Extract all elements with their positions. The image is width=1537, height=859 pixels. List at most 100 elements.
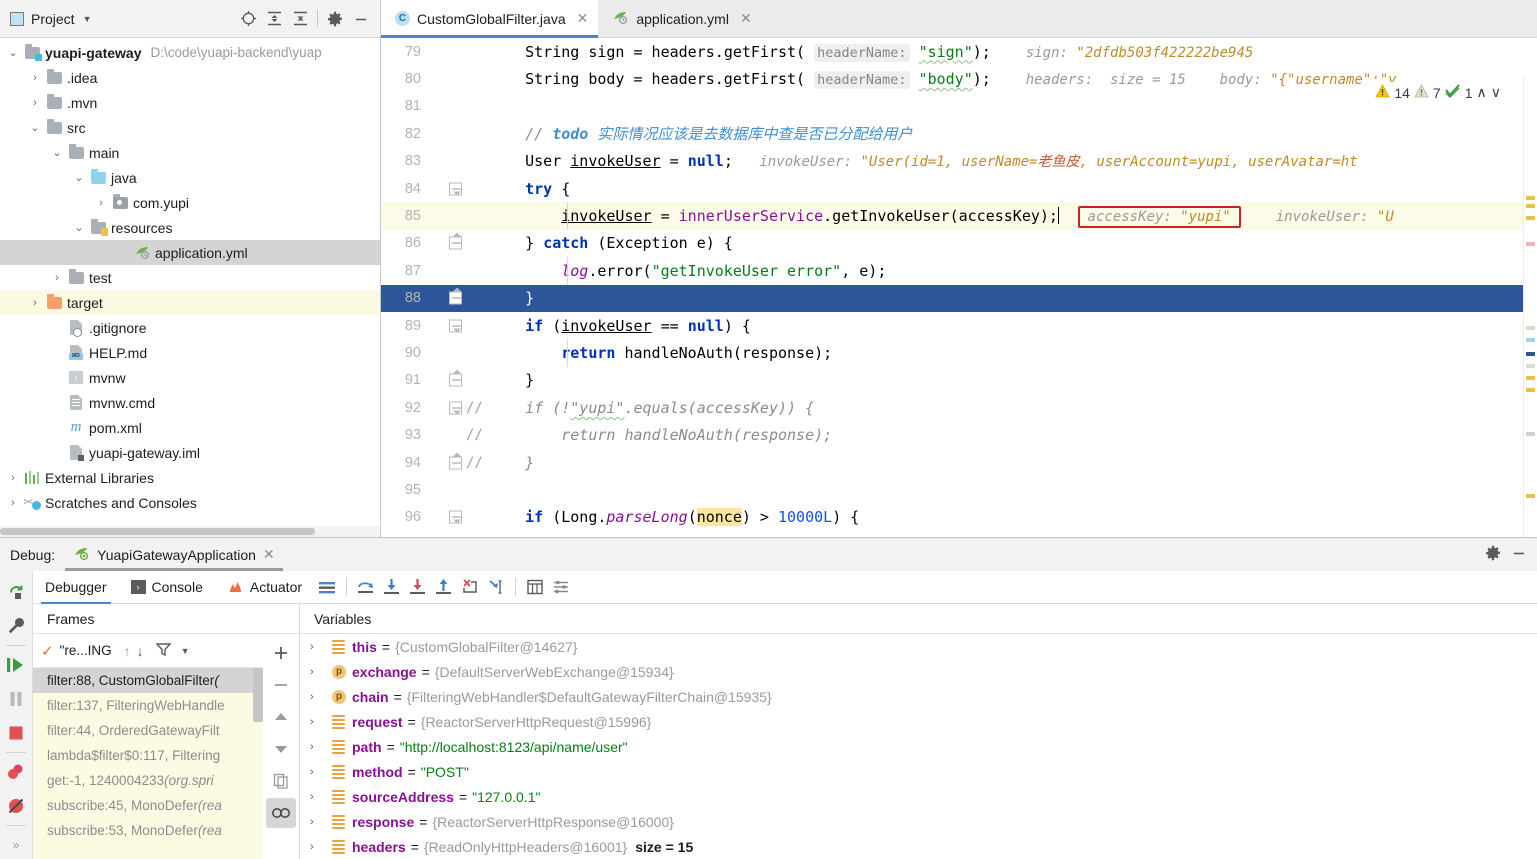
tree-row[interactable]: ⌄ java xyxy=(0,165,380,190)
add-icon[interactable] xyxy=(266,638,296,668)
expand-arrow-icon[interactable]: › xyxy=(310,816,332,828)
pause-icon[interactable] xyxy=(0,682,32,716)
close-icon[interactable]: ✕ xyxy=(740,10,752,27)
filter-icon[interactable] xyxy=(155,642,172,659)
tab-CustomGlobalFilter-java[interactable]: C CustomGlobalFilter.java ✕ xyxy=(381,0,599,38)
more-options-icon[interactable]: » xyxy=(0,828,32,859)
code-line-88-execution-point[interactable]: 88 } xyxy=(381,284,1537,312)
tree-row-application-yml[interactable]: application.yml xyxy=(0,240,380,265)
fold-marker-up-icon[interactable] xyxy=(449,452,462,470)
stripe-mark[interactable] xyxy=(1526,376,1535,380)
frame-row[interactable]: lambda$filter$0:117, Filtering xyxy=(33,743,299,768)
code-line[interactable]: 79 String sign = headers.getFirst( heade… xyxy=(381,38,1537,65)
step-over-icon[interactable] xyxy=(353,574,379,600)
drop-frame-icon[interactable] xyxy=(457,574,483,600)
expand-arrow-icon[interactable]: › xyxy=(310,766,332,778)
variable-row[interactable]: › p chain = {FilteringWebHandler$Default… xyxy=(300,684,1537,709)
variable-row[interactable]: › response = {ReactorServerHttpResponse@… xyxy=(300,809,1537,834)
gear-icon[interactable] xyxy=(322,6,348,32)
settings-list-icon[interactable] xyxy=(548,574,574,600)
next-problem-icon[interactable]: ∨ xyxy=(1491,84,1501,101)
expand-arrow-icon[interactable]: › xyxy=(310,741,332,753)
up-icon[interactable]: ↑ xyxy=(124,643,131,659)
code-line-85[interactable]: 85 invokeUser = innerUserService.getInvo… xyxy=(381,202,1537,230)
variable-row[interactable]: › this = {CustomGlobalFilter@14627} xyxy=(300,634,1537,659)
remove-icon[interactable] xyxy=(266,670,296,700)
fold-marker-down-icon[interactable] xyxy=(449,319,462,333)
layout-settings-icon[interactable] xyxy=(314,574,340,600)
expand-all-icon[interactable] xyxy=(261,6,287,32)
code-line[interactable]: 87 log.error("getInvokeUser error", e); xyxy=(381,257,1537,285)
frame-row[interactable]: subscribe:53, MonoDefer (rea xyxy=(33,818,299,843)
twisty-down-icon[interactable]: ⌄ xyxy=(4,46,22,59)
down-icon[interactable]: ↓ xyxy=(137,643,144,659)
twisty-right-icon[interactable]: › xyxy=(48,272,66,284)
twisty-right-icon[interactable]: › xyxy=(4,472,22,484)
tree-row[interactable]: .gitignore xyxy=(0,315,380,340)
code-line[interactable]: 89 if (invokeUser == null) { xyxy=(381,312,1537,339)
expand-arrow-icon[interactable]: › xyxy=(310,666,332,678)
twisty-down-icon[interactable]: ⌄ xyxy=(70,171,88,184)
variable-row[interactable]: › p exchange = {DefaultServerWebExchange… xyxy=(300,659,1537,684)
previous-problem-icon[interactable]: ∧ xyxy=(1477,84,1487,101)
tree-row[interactable]: ⌄ resources xyxy=(0,215,380,240)
fold-marker-up-icon[interactable] xyxy=(449,369,462,387)
move-down-icon[interactable] xyxy=(266,734,296,764)
code-line[interactable]: 95 xyxy=(381,476,1537,503)
tree-row[interactable]: mvnw.cmd xyxy=(0,390,380,415)
stripe-mark[interactable] xyxy=(1526,204,1535,208)
code-line[interactable]: 83 User invokeUser = null; invokeUser: "… xyxy=(381,148,1537,175)
collapse-all-icon[interactable] xyxy=(287,6,313,32)
frames-scrollbar[interactable] xyxy=(253,668,263,722)
expand-arrow-icon[interactable]: › xyxy=(310,691,332,703)
chevron-down-icon[interactable]: ▼ xyxy=(83,14,92,24)
view-breakpoints-icon[interactable] xyxy=(0,755,32,789)
tree-row[interactable]: › test xyxy=(0,265,380,290)
code-line[interactable]: 82 // todo 实际情况应该是去数据库中查是否已分配给用户 xyxy=(381,120,1537,147)
frame-row[interactable]: get:-1, 1240004233 (org.spri xyxy=(33,768,299,793)
tree-row-scratches[interactable]: › ✂ Scratches and Consoles xyxy=(0,490,380,515)
rerun-icon[interactable] xyxy=(0,575,32,609)
stripe-mark[interactable] xyxy=(1526,494,1535,498)
expand-arrow-icon[interactable]: › xyxy=(310,641,332,653)
watches-icon[interactable] xyxy=(266,798,296,828)
minimize-icon[interactable] xyxy=(348,6,374,32)
project-tree[interactable]: ⌄ yuapi-gateway D:\code\yuapi-backend\yu… xyxy=(0,38,380,525)
tab-console[interactable]: › Console xyxy=(119,571,215,604)
twisty-down-icon[interactable]: ⌄ xyxy=(48,146,66,159)
expand-arrow-icon[interactable]: › xyxy=(310,716,332,728)
editor-error-stripe[interactable] xyxy=(1523,76,1537,537)
debug-session-tab[interactable]: YuapiGatewayApplication ✕ xyxy=(65,538,283,571)
code-line[interactable]: 80 String body = headers.getFirst( heade… xyxy=(381,65,1537,92)
variable-row[interactable]: › request = {ReactorServerHttpRequest@15… xyxy=(300,709,1537,734)
twisty-right-icon[interactable]: › xyxy=(92,197,110,209)
code-editor[interactable]: 79 String sign = headers.getFirst( heade… xyxy=(381,38,1537,537)
expand-arrow-icon[interactable]: › xyxy=(310,841,332,853)
step-out-icon[interactable] xyxy=(431,574,457,600)
code-line[interactable]: 92 // if (!"yupi".equals(accessKey)) { xyxy=(381,394,1537,421)
twisty-right-icon[interactable]: › xyxy=(26,97,44,109)
code-line[interactable]: 84 try { xyxy=(381,175,1537,202)
stripe-mark[interactable] xyxy=(1526,432,1535,436)
tree-row[interactable]: ⌄ yuapi-gateway D:\code\yuapi-backend\yu… xyxy=(0,40,380,65)
mute-breakpoints-icon[interactable] xyxy=(0,789,32,823)
code-line[interactable]: 94 // } xyxy=(381,449,1537,476)
fold-marker-up-icon[interactable] xyxy=(449,232,462,250)
fold-marker-down-icon[interactable] xyxy=(449,401,462,415)
tree-row[interactable]: MD HELP.md xyxy=(0,340,380,365)
tree-row[interactable]: › .idea xyxy=(0,65,380,90)
twisty-right-icon[interactable]: › xyxy=(4,497,22,509)
code-line[interactable]: 91 } xyxy=(381,367,1537,394)
thread-selector[interactable]: "re...ING xyxy=(60,643,112,658)
variable-row[interactable]: › path = "http://localhost:8123/api/name… xyxy=(300,734,1537,759)
stripe-mark[interactable] xyxy=(1526,216,1535,220)
stripe-mark[interactable] xyxy=(1526,352,1535,356)
variable-row[interactable]: › method = "POST" xyxy=(300,759,1537,784)
wrench-icon[interactable] xyxy=(0,609,32,643)
stripe-mark[interactable] xyxy=(1526,364,1535,368)
code-line[interactable]: 81 xyxy=(381,93,1537,120)
tree-row[interactable]: › com.yupi xyxy=(0,190,380,215)
code-line[interactable]: 90 return handleNoAuth(response); xyxy=(381,339,1537,367)
project-horizontal-scrollbar[interactable] xyxy=(0,526,380,537)
fold-marker-up-icon[interactable] xyxy=(449,287,462,305)
